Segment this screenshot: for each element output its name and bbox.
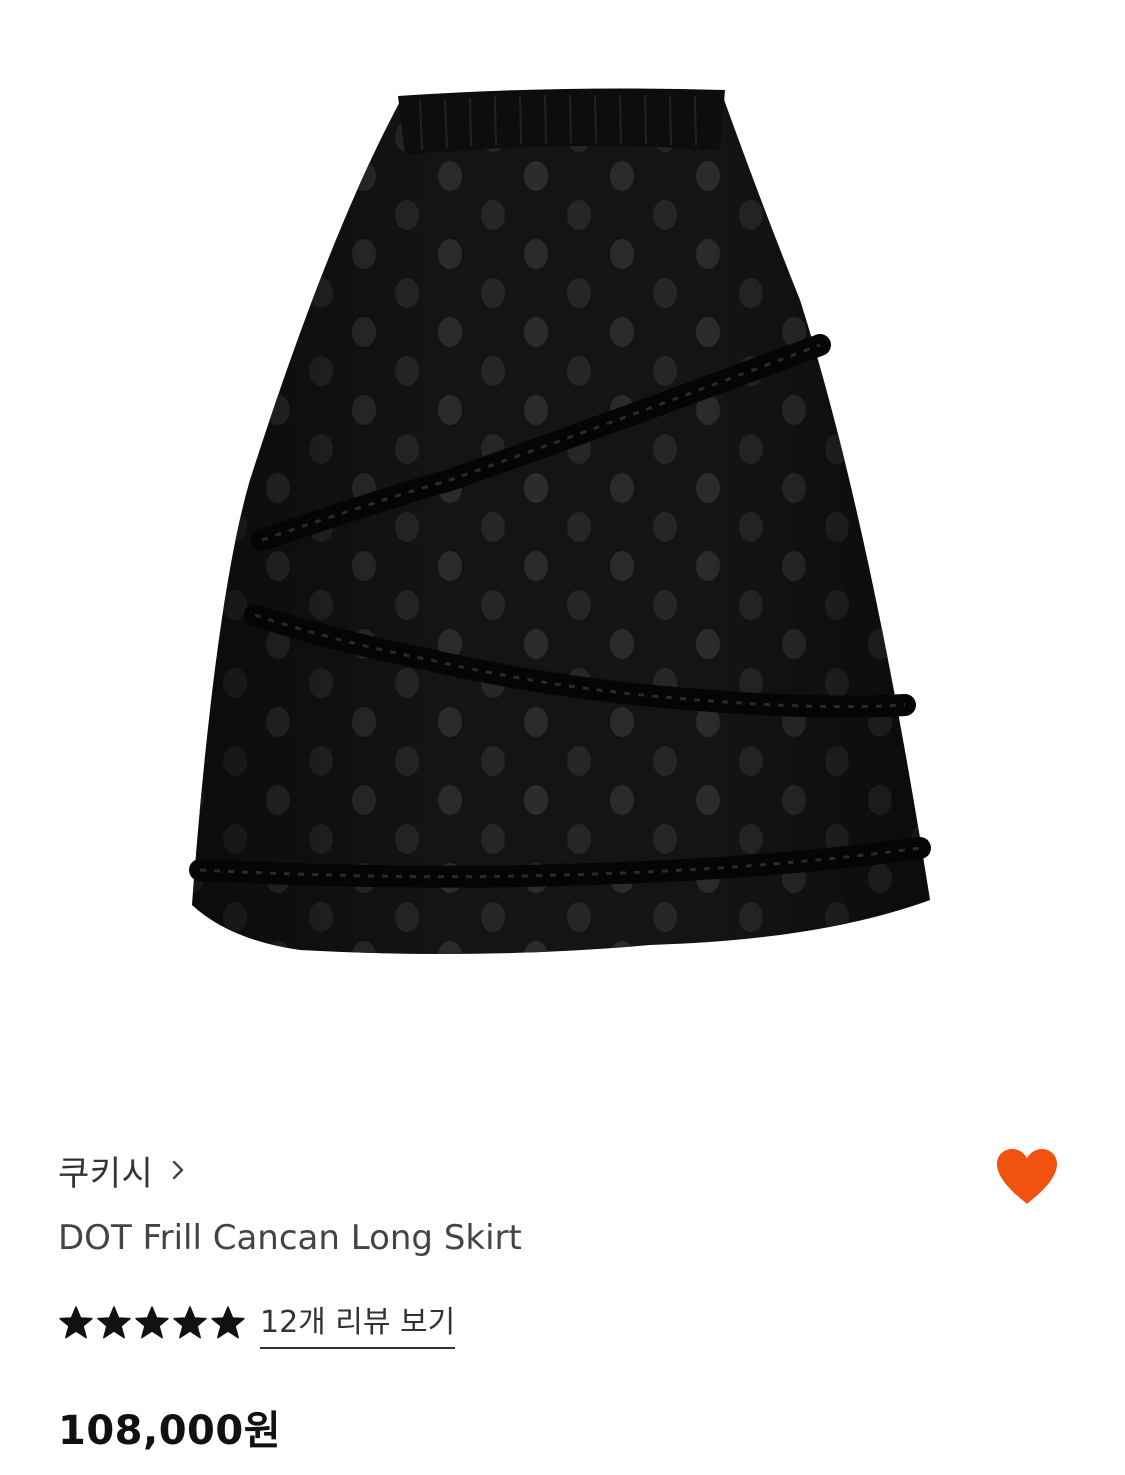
star-icon [210, 1305, 246, 1341]
brand-name[interactable]: 쿠키시 [58, 1146, 153, 1195]
heart-icon [993, 1149, 1061, 1212]
price: 108,000원 [58, 1408, 281, 1454]
wishlist-button[interactable] [993, 1146, 1061, 1208]
star-icon [172, 1305, 208, 1341]
view-reviews-link[interactable]: 12개 리뷰 보기 [260, 1297, 456, 1349]
chevron-right-icon [171, 1159, 185, 1181]
star-icon [96, 1305, 132, 1341]
star-icon [134, 1305, 170, 1341]
product-image[interactable] [0, 0, 1125, 1080]
brand-link[interactable]: 쿠키시 [58, 1140, 185, 1200]
skirt-illustration [189, 88, 931, 954]
star-icon [58, 1305, 94, 1341]
star-rating [58, 1305, 246, 1341]
product-title: DOT Frill Cancan Long Skirt [58, 1218, 522, 1258]
rating-row: 12개 리뷰 보기 [58, 1297, 456, 1349]
